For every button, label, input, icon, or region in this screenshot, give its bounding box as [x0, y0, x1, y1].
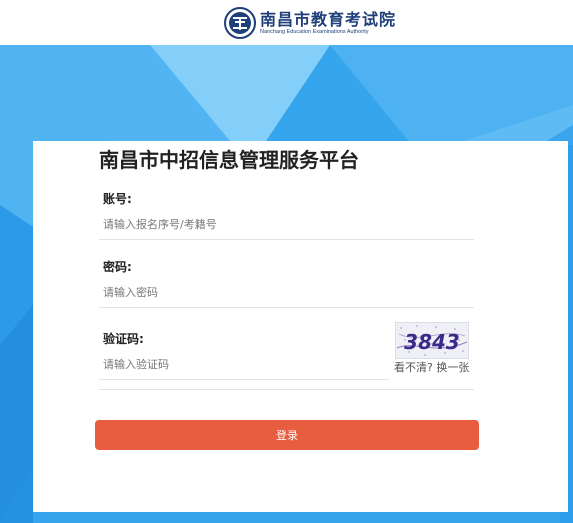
captcha-divider — [99, 389, 474, 390]
captcha-label: 验证码: — [103, 332, 144, 346]
captcha-refresh-link[interactable]: 看不清? 换一张 — [394, 359, 469, 375]
captcha-image[interactable]: 3843 — [395, 322, 469, 359]
page-title: 南昌市中招信息管理服务平台 — [99, 148, 359, 172]
logo-chinese-name: 南昌市教育考试院 — [260, 10, 397, 29]
logo-english-name: Nanchang Education Examinations Authorit… — [260, 29, 369, 35]
password-input[interactable] — [99, 278, 474, 308]
login-card: 南昌市中招信息管理服务平台 账号: 密码: 验证码: 3843 看不清? 换一张… — [33, 141, 568, 512]
account-input[interactable] — [99, 210, 474, 240]
password-label: 密码: — [103, 260, 132, 274]
login-button[interactable]: 登录 — [95, 420, 479, 450]
captcha-input[interactable] — [99, 350, 389, 380]
account-label: 账号: — [103, 192, 132, 206]
site-logo: 南昌市教育考试院 Nanchang Education Examinations… — [224, 4, 396, 42]
emblem-icon — [224, 7, 256, 39]
header-bar: 南昌市教育考试院 Nanchang Education Examinations… — [0, 0, 573, 45]
captcha-code: 3843 — [404, 330, 460, 354]
